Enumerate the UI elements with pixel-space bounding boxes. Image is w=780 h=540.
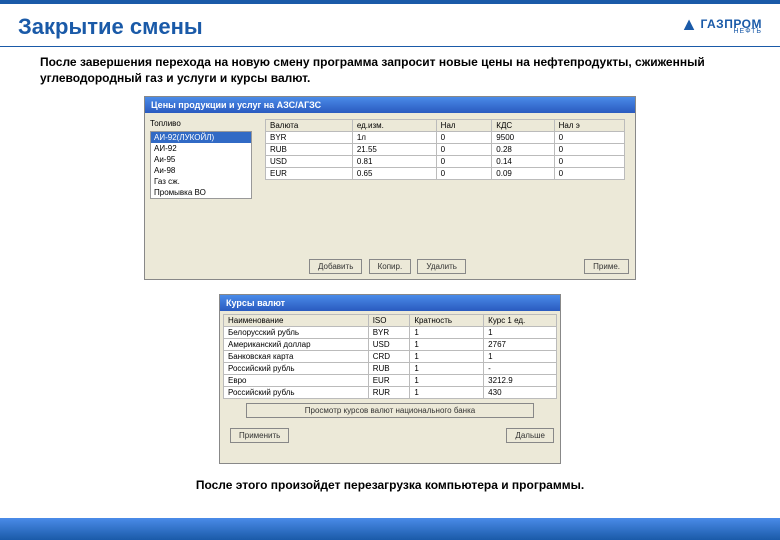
list-item[interactable]: Газ сж. [151, 176, 251, 187]
page-title: Закрытие смены [0, 4, 780, 46]
table-row: ЕвроEUR13212.9 [224, 375, 557, 387]
window2-title: Курсы валют [220, 295, 560, 311]
intro-text: После завершения перехода на новую смену… [0, 55, 780, 96]
table-row: USD0.8100.140 [266, 156, 625, 168]
brand-logo-sub: НЕФТЬ [733, 28, 762, 35]
screenshot-prices: Цены продукции и услуг на АЗС/АГЗС Топли… [144, 96, 636, 280]
screenshot-rates: Курсы валют НаименованиеISO КратностьКур… [219, 294, 561, 464]
table-row: RUB21.5500.280 [266, 144, 625, 156]
products-label: Топливо [150, 119, 250, 128]
next-button[interactable]: Дальше [506, 428, 554, 443]
table-row: Американский долларUSD12767 [224, 339, 557, 351]
delete-button[interactable]: Удалить [417, 259, 466, 274]
list-item[interactable]: Аи-95 [151, 154, 251, 165]
list-item[interactable]: Промывка ВО [151, 187, 251, 198]
table-row: Белорусский рубльBYR11 [224, 327, 557, 339]
table-row: Российский рубльRUB1- [224, 363, 557, 375]
list-item[interactable]: АИ-92(ЛУКОЙЛ) [151, 132, 251, 143]
apply-button[interactable]: Применить [230, 428, 289, 443]
table-row: Банковская картаCRD11 [224, 351, 557, 363]
apply-button[interactable]: Приме. [584, 259, 629, 274]
table-row: EUR0.6500.090 [266, 168, 625, 180]
prices-table[interactable]: Валютаед.изм. НалКДС Нал э BYR1л095000 R… [265, 119, 625, 180]
table-row: BYR1л095000 [266, 132, 625, 144]
outro-text: После этого произойдет перезагрузка комп… [0, 478, 780, 492]
products-list[interactable]: АИ-92(ЛУКОЙЛ) АИ-92 Аи-95 Аи-98 Газ сж. … [150, 131, 252, 199]
copy-button[interactable]: Копир. [369, 259, 412, 274]
list-item[interactable]: Аи-98 [151, 165, 251, 176]
window1-title: Цены продукции и услуг на АЗС/АГЗС [145, 97, 635, 113]
footer-bar [0, 518, 780, 540]
add-button[interactable]: Добавить [309, 259, 362, 274]
view-rates-button[interactable]: Просмотр курсов валют национального банк… [246, 403, 534, 418]
list-item[interactable]: АИ-92 [151, 143, 251, 154]
table-row: Российский рубльRUR1430 [224, 387, 557, 399]
rates-table[interactable]: НаименованиеISO КратностьКурс 1 ед. Бело… [223, 314, 557, 399]
